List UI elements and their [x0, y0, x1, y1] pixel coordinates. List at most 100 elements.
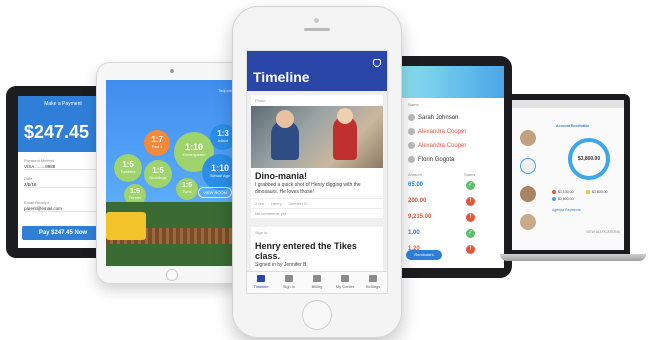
phone-camera	[314, 18, 319, 23]
legend-dot	[586, 190, 590, 195]
payment-date-label: Date	[24, 176, 33, 181]
check-icon: ✓	[466, 181, 475, 190]
attendance-row[interactable]: Florin Gogota	[408, 156, 454, 163]
view-allocations-link[interactable]: VIEW ALLOCATIONS	[586, 230, 620, 234]
avatar[interactable]	[520, 130, 536, 146]
attendance-row[interactable]: Alexandra Cooper	[408, 128, 466, 135]
timeline-icon	[257, 275, 265, 282]
post-photo[interactable]	[251, 106, 383, 168]
timeline-post[interactable]: Photo Dino-mania! I grabbed a quick shot…	[251, 95, 383, 218]
first-name: Sarah	[418, 115, 435, 122]
amount-value: 200.00	[408, 198, 427, 204]
room-bubble[interactable]: 1:5 Twos	[176, 178, 198, 200]
avatar	[408, 128, 415, 135]
amount-value: 65.00	[408, 182, 424, 188]
payment-screen: Make a Payment $247.45 Payment Method VI…	[18, 96, 108, 248]
child-figure-head	[337, 108, 353, 124]
bubble-ratio: 1:5	[181, 182, 193, 189]
receivable-ring-chart: $3,800.00	[568, 138, 610, 180]
avatar	[408, 156, 415, 163]
post-title: Henry entered the Tikes class.	[255, 241, 357, 261]
legend-value: $1,600.00	[592, 190, 608, 194]
attendance-tablet: Name Sarah Johnson Alexandra Cooper Alex…	[386, 56, 512, 278]
bubble-label: Kindergarten	[182, 152, 206, 157]
laptop-lid: Account Receivable $3,800.00 $1,100.00 $…	[506, 94, 630, 254]
avatar[interactable]	[520, 214, 536, 230]
post-title: Dino-mania!	[255, 171, 308, 181]
tab-label: Settings	[365, 284, 381, 289]
status-column-header[interactable]: Status	[464, 172, 475, 177]
last-name: Cooper	[446, 143, 467, 150]
page-title: Timeline	[253, 69, 310, 85]
tab-my-center[interactable]: My Center	[331, 272, 359, 293]
room-bubble[interactable]: 1:5 Ducklings	[144, 160, 172, 188]
pay-now-button[interactable]: Pay $247.45 Now	[22, 226, 104, 240]
alert-icon: !	[466, 197, 475, 206]
view-room-button[interactable]: VIEW ROOM	[198, 187, 232, 198]
payment-method-label: Payment Method	[24, 158, 55, 163]
payment-date-field[interactable]: Date 2/5/16	[24, 176, 102, 188]
phone-speaker	[304, 28, 330, 31]
attendance-row[interactable]: Alexandra Cooper	[408, 142, 466, 149]
browser-toolbar	[512, 100, 624, 108]
sign-in-icon	[285, 275, 293, 282]
avatar[interactable]	[520, 186, 536, 202]
laptop-base	[500, 254, 646, 261]
reminders-button[interactable]: Reminders	[406, 250, 442, 260]
attendance-row[interactable]: Sarah Johnson	[408, 114, 458, 121]
bell-icon[interactable]	[373, 59, 381, 67]
legend-value: $2,800.00	[558, 197, 574, 201]
amount-column-header[interactable]: Amount	[408, 172, 422, 177]
tab-timeline[interactable]: Timeline	[247, 272, 275, 293]
child-figure-head	[276, 110, 294, 128]
room-bubble[interactable]: 1:7 Pad 1	[144, 130, 170, 156]
account-receivable-title: Account Receivable	[556, 124, 590, 128]
alert-icon: !	[466, 213, 475, 222]
tab-sign-in[interactable]: Sign In	[275, 272, 303, 293]
post-child[interactable]: Henry	[271, 201, 282, 206]
bubble-label: Twos	[182, 189, 192, 194]
payment-method-field[interactable]: Payment Method VISA ........8988	[24, 158, 102, 170]
timeline-iphone: Timeline Photo Dino-mania! I grabbed a q…	[232, 6, 402, 338]
ipad-camera	[170, 69, 174, 73]
legend-item: $1,100.00	[552, 190, 574, 195]
amount-value: 1.00	[408, 230, 420, 236]
legend-dot	[552, 197, 556, 202]
agenda-payments-title: Agenda Payments	[552, 208, 581, 212]
first-name: Alexandra	[418, 129, 446, 136]
first-name: Alexandra	[418, 143, 446, 150]
bubble-ratio: 1:5	[122, 160, 134, 169]
legend-item: $1,600.00	[586, 190, 608, 195]
payment-amount: $247.45	[18, 112, 108, 152]
tab-label: My Center	[335, 284, 355, 289]
bubble-ratio: 1:5	[129, 188, 141, 195]
tab-settings[interactable]: Settings	[359, 272, 387, 293]
tab-billing[interactable]: Billing	[303, 272, 331, 293]
tab-label: Billing	[311, 284, 323, 289]
bubble-label: Pad 1	[151, 144, 163, 149]
post-type: Photo	[255, 98, 266, 103]
avatar	[408, 142, 415, 149]
post-type: Sign in	[255, 230, 268, 235]
name-column-header[interactable]: Name	[408, 102, 419, 107]
legend-item: $2,800.00	[552, 197, 574, 202]
post-author: Jennifer B.	[288, 201, 308, 206]
post-footer: 2 hrs Henry Jennifer B.	[251, 198, 383, 208]
bubble-label: Ducklings	[149, 175, 167, 180]
payment-email-field[interactable]: Email Receipt parent@email.com	[24, 200, 102, 212]
avatar[interactable]	[520, 158, 536, 174]
tab-label: Sign In	[282, 284, 296, 289]
avatar	[408, 114, 415, 121]
bubble-label: Threes	[128, 195, 142, 200]
comments-link[interactable]: No comments yet	[251, 208, 383, 218]
phone-home-button	[302, 300, 332, 330]
amount-value: 9,215.00	[408, 214, 432, 220]
attendance-header-band	[394, 66, 504, 98]
bubble-label: Toddlers	[120, 169, 136, 174]
bubble-ratio: 1:10	[184, 142, 203, 152]
room-screen: Tadpole 1:7 Pad 1 1:10 Kindergarten 1:3 …	[106, 80, 238, 266]
post-body: I grabbed a quick shot of Henry digging …	[255, 182, 361, 195]
timeline-header: Timeline	[247, 51, 387, 91]
first-name: Florin	[418, 157, 434, 164]
room-bubble[interactable]: 1:5 Toddlers	[114, 154, 142, 182]
